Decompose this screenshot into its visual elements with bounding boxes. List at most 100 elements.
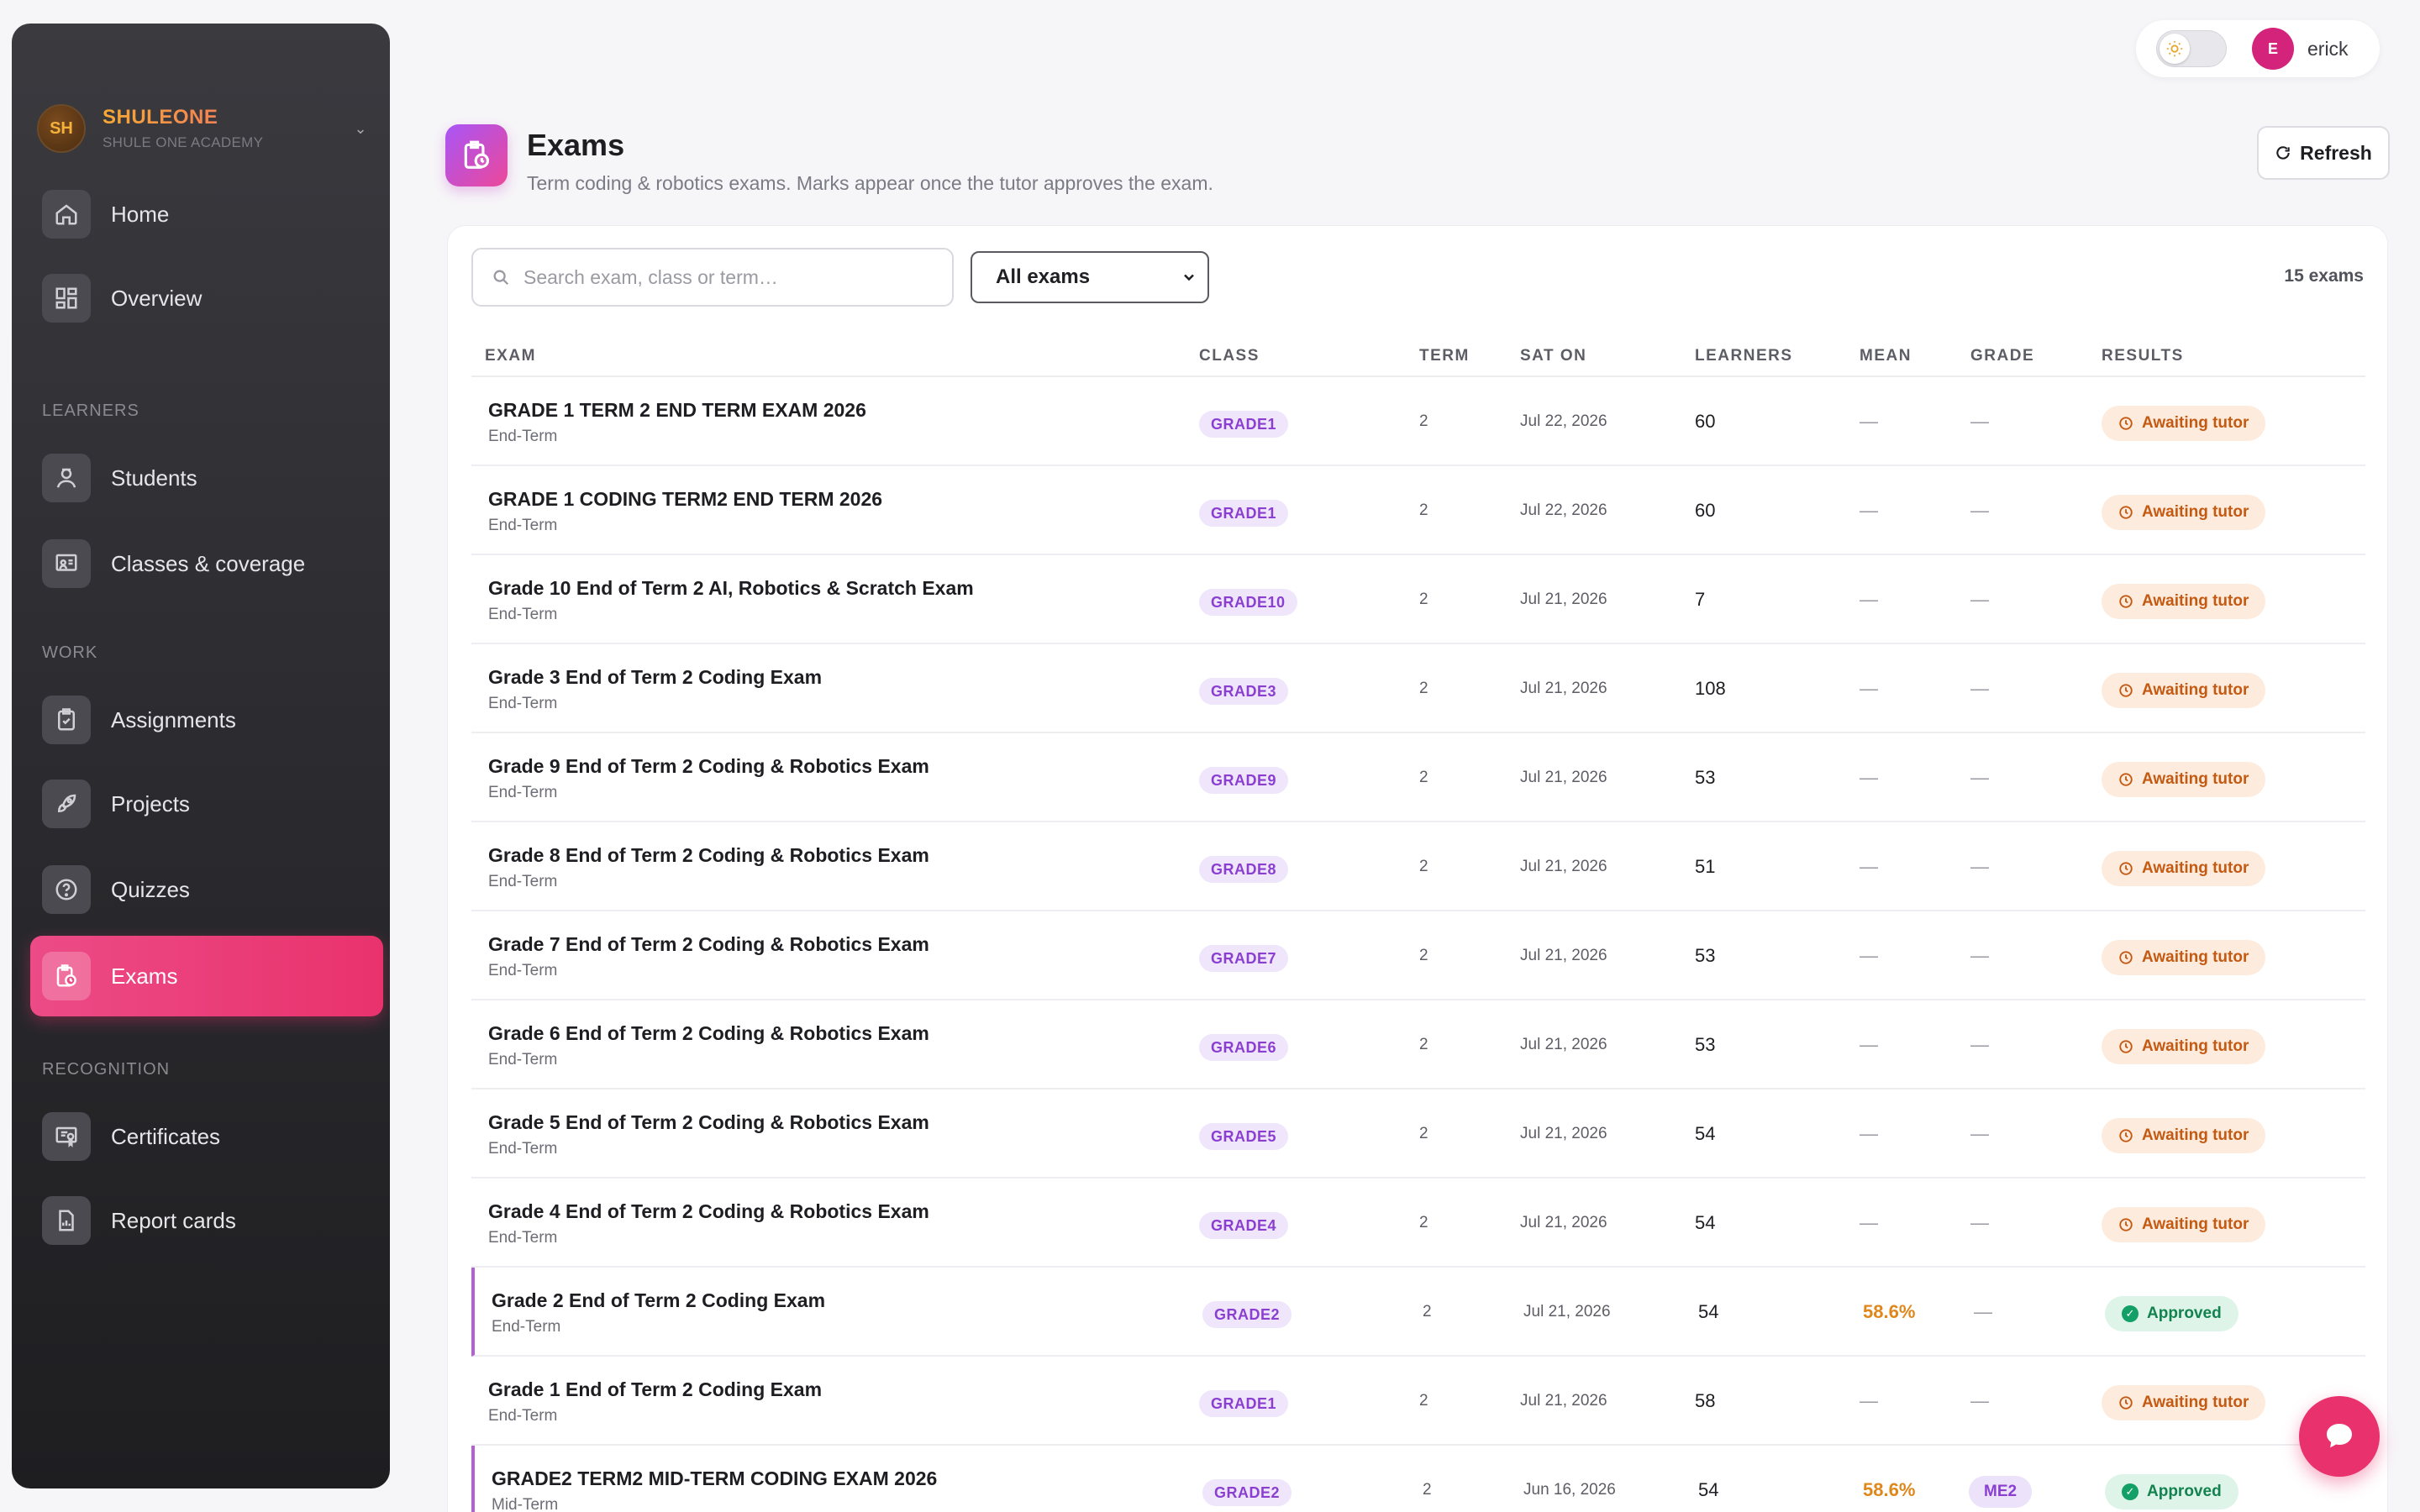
learner-count: 53 xyxy=(1695,767,1716,788)
mean-score: — xyxy=(1860,767,1878,788)
chat-button[interactable] xyxy=(2299,1396,2380,1477)
exam-date: Jul 21, 2026 xyxy=(1520,591,1607,608)
clock-icon xyxy=(2119,1129,2133,1142)
exam-name: Grade 3 End of Term 2 Coding Exam xyxy=(488,666,823,688)
sidebar-item-label: Classes & coverage xyxy=(111,550,306,576)
table-row[interactable]: Grade 5 End of Term 2 Coding & Robotics … xyxy=(471,1089,2365,1179)
table-row[interactable]: GRADE 1 TERM 2 END TERM EXAM 2026 End-Te… xyxy=(471,377,2365,466)
learner-count: 54 xyxy=(1698,1301,1719,1322)
exam-type: End-Term xyxy=(488,428,558,445)
table-row[interactable]: Grade 9 End of Term 2 Coding & Robotics … xyxy=(471,733,2365,822)
avatar[interactable]: E xyxy=(2252,28,2294,70)
sidebar-item-quizzes[interactable]: Quizzes xyxy=(42,852,378,927)
sidebar-item-home[interactable]: Home xyxy=(42,176,378,252)
sidebar-item-students[interactable]: Students xyxy=(42,440,378,516)
status-text: Awaiting tutor xyxy=(2142,414,2249,432)
class-badge: GRADE1 xyxy=(1199,500,1289,527)
table-row[interactable]: Grade 2 End of Term 2 Coding Exam End-Te… xyxy=(471,1268,2365,1357)
table-row[interactable]: Grade 3 End of Term 2 Coding Exam End-Te… xyxy=(471,644,2365,733)
table-row[interactable]: GRADE 1 CODING TERM2 END TERM 2026 End-T… xyxy=(471,466,2365,555)
user-name[interactable]: erick xyxy=(2307,38,2349,60)
exam-date: Jul 21, 2026 xyxy=(1523,1303,1611,1320)
learner-count: 58 xyxy=(1695,1390,1716,1411)
learner-count: 60 xyxy=(1695,500,1716,521)
exams-card: Search exam, class or term… All exams 15… xyxy=(447,225,2388,1512)
class-badge: GRADE2 xyxy=(1202,1479,1292,1506)
refresh-button[interactable]: Refresh xyxy=(2257,126,2390,180)
col-term[interactable]: TERM xyxy=(1419,347,1470,365)
sidebar-item-label: Exams xyxy=(111,963,178,989)
table-row[interactable]: Grade 1 End of Term 2 Coding Exam End-Te… xyxy=(471,1357,2365,1446)
status-text: Awaiting tutor xyxy=(2142,1215,2249,1233)
exam-name: Grade 2 End of Term 2 Coding Exam xyxy=(492,1289,826,1311)
check-circle-icon: ✓ xyxy=(2122,1305,2139,1322)
sidebar-item-projects[interactable]: Projects xyxy=(42,766,378,842)
exam-name: Grade 6 End of Term 2 Coding & Robotics … xyxy=(488,1022,929,1044)
exam-date: Jul 21, 2026 xyxy=(1520,947,1607,964)
sidebar-item-overview[interactable]: Overview xyxy=(42,260,378,336)
status-badge: Awaiting tutor xyxy=(2102,673,2266,708)
sidebar-item-classes[interactable]: Classes & coverage xyxy=(42,526,378,601)
grade-value: — xyxy=(1970,1390,1989,1411)
class-badge: GRADE1 xyxy=(1199,1390,1289,1417)
col-class[interactable]: CLASS xyxy=(1199,347,1260,365)
rocket-icon xyxy=(42,780,91,828)
exam-type: End-Term xyxy=(492,1318,561,1336)
exam-term: 2 xyxy=(1419,769,1428,786)
grade-value: — xyxy=(1970,500,1989,521)
exam-name: Grade 7 End of Term 2 Coding & Robotics … xyxy=(488,933,929,955)
search-input[interactable]: Search exam, class or term… xyxy=(471,248,954,307)
exam-term: 2 xyxy=(1423,1481,1432,1499)
exam-date: Jul 21, 2026 xyxy=(1520,858,1607,875)
class-badge: GRADE3 xyxy=(1199,678,1289,705)
school-avatar: SH xyxy=(37,104,86,153)
exam-date: Jun 16, 2026 xyxy=(1523,1481,1616,1499)
sidebar-item-certificates[interactable]: Certificates xyxy=(42,1099,378,1174)
table-row[interactable]: Grade 6 End of Term 2 Coding & Robotics … xyxy=(471,1000,2365,1089)
status-badge: ✓ Approved xyxy=(2105,1474,2238,1509)
sidebar-item-report-cards[interactable]: Report cards xyxy=(42,1183,378,1258)
sidebar-item-exams[interactable]: Exams xyxy=(30,936,383,1016)
search-icon xyxy=(493,270,509,286)
table-row[interactable]: Grade 4 End of Term 2 Coding & Robotics … xyxy=(471,1179,2365,1268)
nav-section-work: WORK xyxy=(42,643,98,662)
status-badge: Awaiting tutor xyxy=(2102,1118,2266,1153)
exam-term: 2 xyxy=(1419,1214,1428,1231)
status-badge: Awaiting tutor xyxy=(2102,940,2266,975)
grade-value: — xyxy=(1970,678,1989,699)
col-grade[interactable]: GRADE xyxy=(1970,347,2034,365)
sidebar-item-assignments[interactable]: Assignments xyxy=(42,682,378,758)
grade-value: — xyxy=(1970,767,1989,788)
status-badge: Awaiting tutor xyxy=(2102,1207,2266,1242)
table-row[interactable]: Grade 7 End of Term 2 Coding & Robotics … xyxy=(471,911,2365,1000)
mean-score: — xyxy=(1860,589,1878,610)
sidebar-item-label: Certificates xyxy=(111,1123,221,1149)
clock-icon xyxy=(2119,684,2133,697)
exam-date: Jul 21, 2026 xyxy=(1520,769,1607,786)
exam-date: Jul 21, 2026 xyxy=(1520,680,1607,697)
col-mean[interactable]: MEAN xyxy=(1860,347,1912,365)
exam-type: End-Term xyxy=(488,962,558,979)
exam-term: 2 xyxy=(1419,501,1428,519)
status-text: Awaiting tutor xyxy=(2142,948,2249,966)
col-sat-on[interactable]: SAT ON xyxy=(1520,347,1586,365)
table-row[interactable]: GRADE2 TERM2 MID-TERM CODING EXAM 2026 M… xyxy=(471,1446,2365,1512)
exam-term: 2 xyxy=(1423,1303,1432,1320)
col-exam[interactable]: EXAM xyxy=(485,347,536,365)
status-badge: Awaiting tutor xyxy=(2102,406,2266,441)
status-text: Approved xyxy=(2147,1483,2222,1500)
grade-value: — xyxy=(1970,1034,1989,1055)
exam-date: Jul 21, 2026 xyxy=(1520,1036,1607,1053)
table-row[interactable]: Grade 10 End of Term 2 AI, Robotics & Sc… xyxy=(471,555,2365,644)
exam-type: End-Term xyxy=(488,517,558,534)
sidebar-item-label: Overview xyxy=(111,285,203,311)
status-badge: Awaiting tutor xyxy=(2102,584,2266,619)
col-results[interactable]: RESULTS xyxy=(2102,347,2184,365)
col-learners[interactable]: LEARNERS xyxy=(1695,347,1793,365)
classroom-icon xyxy=(42,539,91,588)
exam-filter-select[interactable]: All exams xyxy=(971,251,1209,303)
table-row[interactable]: Grade 8 End of Term 2 Coding & Robotics … xyxy=(471,822,2365,911)
school-switcher[interactable]: SH SHULEONE SHULE ONE ACADEMY ⌄ xyxy=(37,91,373,166)
theme-toggle[interactable] xyxy=(2156,30,2227,67)
exam-term: 2 xyxy=(1419,680,1428,697)
